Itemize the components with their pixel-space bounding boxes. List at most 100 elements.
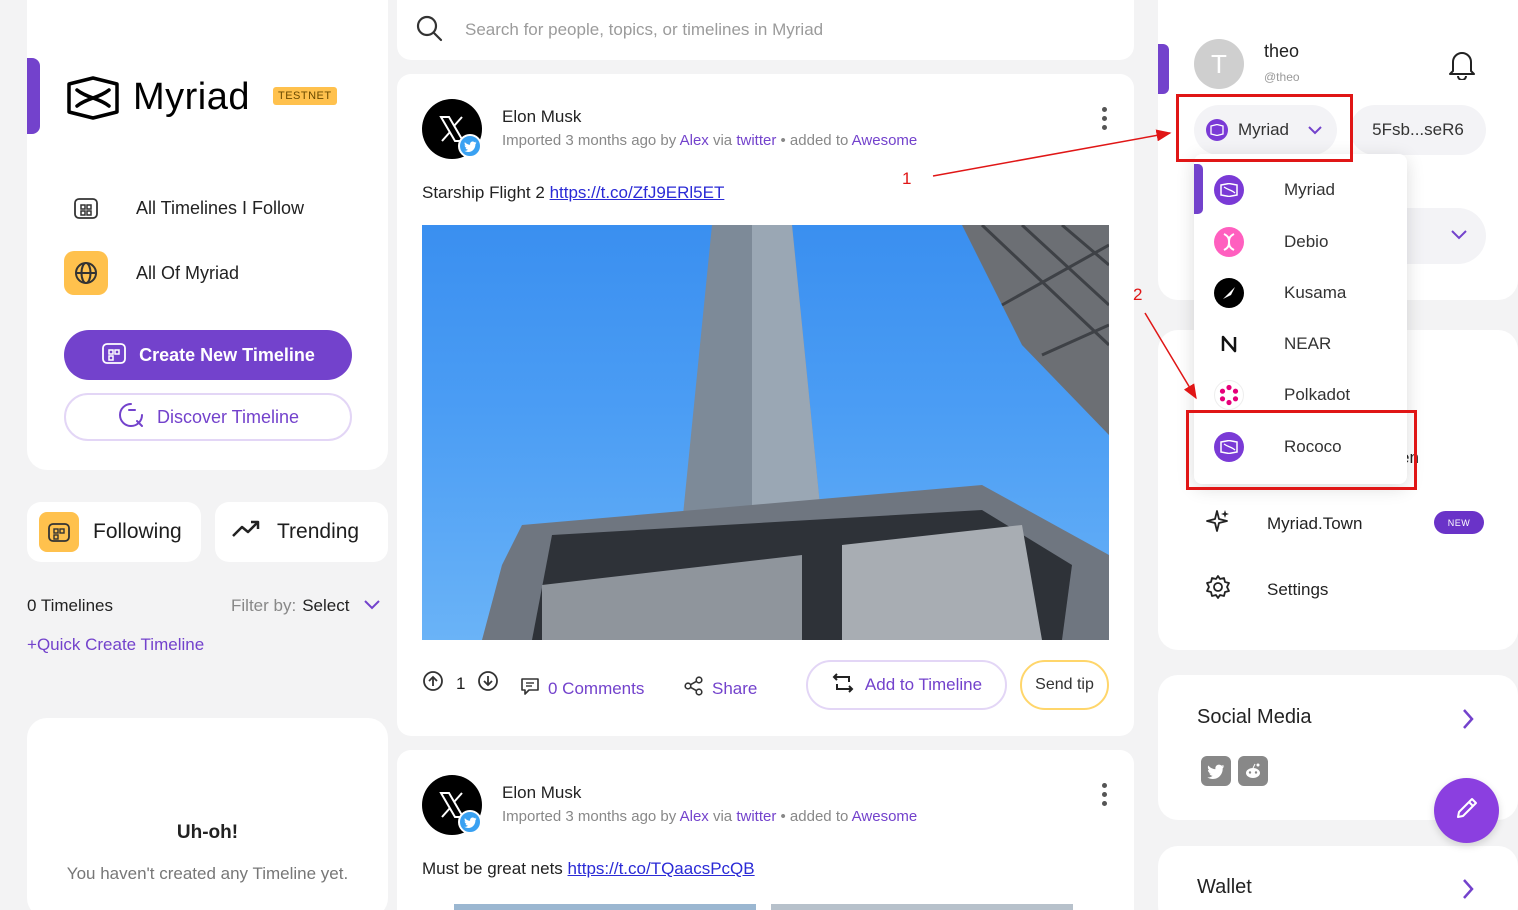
timeline-folder-icon bbox=[64, 186, 108, 230]
network-option-label: Polkadot bbox=[1284, 385, 1351, 404]
vote-controls: 1 bbox=[422, 670, 499, 697]
vote-count: 1 bbox=[456, 673, 466, 693]
network-option-label: Debio bbox=[1284, 232, 1329, 251]
timeline-swap-icon bbox=[831, 672, 855, 699]
empty-state-title: Uh-oh! bbox=[176, 822, 239, 843]
pencil-icon bbox=[1454, 795, 1480, 826]
meta-added: • added to bbox=[780, 808, 849, 825]
timeline-link[interactable]: Awesome bbox=[852, 132, 918, 149]
new-badge: NEW bbox=[1434, 511, 1484, 534]
upvote-icon[interactable] bbox=[422, 670, 444, 697]
post-image[interactable] bbox=[454, 904, 756, 910]
twitter-icon bbox=[458, 810, 482, 834]
nav-all-following[interactable]: All Timelines I Follow bbox=[64, 186, 304, 230]
annotation-step-2: 2 bbox=[1133, 285, 1143, 304]
post-author[interactable]: Elon Musk bbox=[502, 107, 581, 127]
empty-state-text: You haven't created any Timeline yet. bbox=[66, 864, 349, 883]
sparkle-icon bbox=[1205, 508, 1231, 539]
discover-timeline-label: Discover Timeline bbox=[156, 406, 300, 427]
meta-via: via bbox=[712, 808, 733, 825]
comment-icon bbox=[520, 676, 540, 701]
annotation-box-rococo bbox=[1186, 410, 1417, 490]
reddit-icon[interactable] bbox=[1238, 756, 1268, 786]
debio-icon bbox=[1214, 227, 1244, 257]
importer-link[interactable]: Alex bbox=[680, 808, 709, 825]
myriad-logo-icon bbox=[65, 76, 121, 125]
menu-myriad-town[interactable]: Myriad.Town bbox=[1205, 508, 1362, 539]
search-icon bbox=[415, 14, 443, 47]
twitter-icon[interactable] bbox=[1201, 756, 1231, 786]
network-option-label: Kusama bbox=[1284, 283, 1347, 302]
globe-icon bbox=[64, 251, 108, 295]
importer-link[interactable]: Alex bbox=[680, 132, 709, 149]
myriad-network-icon bbox=[1214, 175, 1244, 205]
post-author[interactable]: Elon Musk bbox=[502, 783, 581, 803]
nav-all-myriad[interactable]: All Of Myriad bbox=[64, 251, 239, 295]
chevron-down-icon bbox=[363, 596, 381, 616]
meta-prefix: Imported 3 months ago by bbox=[502, 132, 677, 149]
wallet-title: Wallet bbox=[1197, 876, 1252, 898]
share-icon bbox=[684, 676, 704, 701]
meta-prefix: Imported 3 months ago by bbox=[502, 808, 677, 825]
timelines-count: 0 Timelines bbox=[27, 596, 113, 615]
downvote-icon[interactable] bbox=[477, 670, 499, 697]
more-options-icon[interactable] bbox=[1101, 783, 1107, 806]
post-link[interactable]: https://t.co/TQaacsPcQB bbox=[568, 859, 755, 878]
menu-settings[interactable]: Settings bbox=[1205, 574, 1328, 605]
plus-icon: + bbox=[27, 635, 37, 654]
menu-myriad-town-label: Myriad.Town bbox=[1267, 513, 1363, 533]
create-timeline-button[interactable]: Create New Timeline bbox=[64, 330, 352, 380]
polkadot-icon bbox=[1214, 380, 1244, 410]
filter-label: Filter by: bbox=[231, 596, 297, 615]
bell-icon[interactable] bbox=[1448, 48, 1476, 85]
timeline-link[interactable]: Awesome bbox=[852, 808, 918, 825]
network-option-label: Myriad bbox=[1284, 180, 1336, 199]
tab-trending[interactable]: Trending bbox=[215, 502, 388, 562]
network-option-label: NEAR bbox=[1284, 334, 1332, 353]
discover-timeline-button[interactable]: Discover Timeline bbox=[64, 393, 352, 441]
more-options-icon[interactable] bbox=[1101, 107, 1107, 130]
nav-all-myriad-label: All Of Myriad bbox=[136, 262, 240, 283]
near-icon bbox=[1214, 329, 1244, 359]
chevron-right-icon[interactable] bbox=[1461, 707, 1475, 736]
annotation-step-1: 1 bbox=[902, 169, 912, 188]
nav-all-following-label: All Timelines I Follow bbox=[136, 197, 305, 218]
network-option-polkadot[interactable]: Polkadot bbox=[1214, 377, 1350, 413]
network-option-myriad[interactable]: Myriad bbox=[1214, 172, 1335, 208]
network-option-kusama[interactable]: Kusama bbox=[1214, 275, 1346, 311]
wallet-address[interactable]: 5Fsb...seR6 bbox=[1350, 105, 1486, 155]
quick-create-link[interactable]: +Quick Create Timeline bbox=[27, 635, 204, 655]
post-link[interactable]: https://t.co/ZfJ9ERl5ET bbox=[550, 183, 725, 202]
tab-following[interactable]: Following bbox=[27, 502, 201, 562]
filter-select[interactable]: Filter by: Select bbox=[231, 596, 381, 616]
brand-name: Myriad bbox=[133, 76, 251, 118]
compose-button[interactable] bbox=[1434, 778, 1499, 843]
search-bar[interactable]: Search for people, topics, or timelines … bbox=[397, 0, 1134, 60]
timeline-add-icon bbox=[101, 340, 127, 371]
comments-label: 0 Comments bbox=[548, 678, 645, 698]
user-handle: @theo bbox=[1264, 70, 1300, 84]
search-input[interactable]: Search for people, topics, or timelines … bbox=[465, 20, 823, 40]
post-image[interactable] bbox=[771, 904, 1073, 910]
network-option-debio[interactable]: Debio bbox=[1214, 224, 1328, 260]
tab-trending-label: Trending bbox=[277, 520, 360, 543]
source-link[interactable]: twitter bbox=[736, 808, 776, 825]
share-button[interactable]: Share bbox=[684, 676, 757, 701]
post-meta: Imported 3 months ago by Alex via twitte… bbox=[502, 132, 917, 149]
twitter-icon bbox=[458, 134, 482, 158]
discover-icon bbox=[117, 401, 145, 434]
comments-button[interactable]: 0 Comments bbox=[520, 676, 644, 701]
user-name[interactable]: theo bbox=[1264, 41, 1299, 62]
chevron-down-icon bbox=[1450, 228, 1468, 246]
avatar[interactable]: T bbox=[1194, 39, 1244, 89]
post-image[interactable] bbox=[422, 225, 1109, 640]
add-to-timeline-button[interactable]: Add to Timeline bbox=[806, 660, 1007, 710]
filter-value: Select bbox=[302, 596, 350, 615]
source-link[interactable]: twitter bbox=[736, 132, 776, 149]
chevron-right-icon[interactable] bbox=[1461, 877, 1475, 906]
network-option-near[interactable]: NEAR bbox=[1214, 326, 1331, 362]
active-indicator bbox=[27, 58, 40, 134]
send-tip-button[interactable]: Send tip bbox=[1020, 660, 1109, 710]
post-card bbox=[397, 750, 1134, 910]
timeline-folder-icon bbox=[39, 512, 79, 552]
